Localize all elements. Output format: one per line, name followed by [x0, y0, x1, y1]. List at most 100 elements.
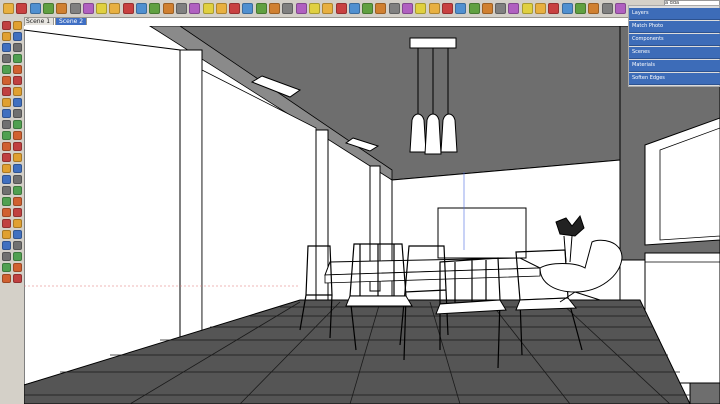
- toolbar-tool-icon[interactable]: [255, 3, 267, 14]
- left-tool-icon[interactable]: [13, 120, 22, 129]
- left-tool-icon[interactable]: [13, 76, 22, 85]
- toolbar-tool-icon[interactable]: [601, 3, 613, 14]
- left-tool-icon[interactable]: [13, 131, 22, 140]
- scene-tab[interactable]: Scene 2: [55, 17, 88, 25]
- toolbar-tool-icon[interactable]: [468, 3, 480, 14]
- toolbar-tool-icon[interactable]: [521, 3, 533, 14]
- toolbar-tool-icon[interactable]: [202, 3, 214, 14]
- toolbar-tool-icon[interactable]: [3, 3, 14, 14]
- toolbar-tool-icon[interactable]: [362, 3, 374, 14]
- toolbar-tool-icon[interactable]: [69, 3, 81, 14]
- tray-panel-header[interactable]: Scenes: [629, 47, 720, 59]
- left-tool-icon[interactable]: [13, 164, 22, 173]
- toolbar-tool-icon[interactable]: [548, 3, 560, 14]
- left-tool-icon[interactable]: [13, 219, 22, 228]
- toolbar-tool-icon[interactable]: [308, 3, 320, 14]
- toolbar-tool-icon[interactable]: [269, 3, 280, 14]
- tray-panel-header[interactable]: Layers: [629, 8, 720, 20]
- toolbar-tool-icon[interactable]: [441, 3, 453, 14]
- toolbar-tool-icon[interactable]: [375, 3, 387, 14]
- toolbar-tool-icon[interactable]: [388, 3, 400, 14]
- model-viewport[interactable]: [24, 26, 720, 404]
- toolbar-tool-icon[interactable]: [229, 3, 241, 14]
- toolbar-tool-icon[interactable]: [282, 3, 294, 14]
- left-tool-icon[interactable]: [13, 230, 22, 239]
- tray-panel-header[interactable]: Components: [629, 34, 720, 46]
- left-tool-icon[interactable]: [2, 175, 11, 184]
- toolbar-tool-icon[interactable]: [335, 3, 347, 14]
- left-tool-icon[interactable]: [2, 263, 11, 272]
- toolbar-tool-icon[interactable]: [42, 3, 54, 14]
- left-tool-icon[interactable]: [2, 54, 11, 63]
- toolbar-tool-icon[interactable]: [16, 3, 28, 14]
- tray-panel-header[interactable]: Materials: [629, 60, 720, 72]
- left-tool-icon[interactable]: [2, 43, 11, 52]
- toolbar-tool-icon[interactable]: [122, 3, 134, 14]
- left-tool-icon[interactable]: [2, 131, 11, 140]
- toolbar-tool-icon[interactable]: [242, 3, 254, 14]
- toolbar-tool-icon[interactable]: [149, 3, 161, 14]
- toolbar-tool-icon[interactable]: [96, 3, 108, 14]
- left-tool-icon[interactable]: [2, 274, 11, 283]
- left-tool-icon[interactable]: [2, 98, 11, 107]
- left-tool-icon[interactable]: [2, 65, 11, 74]
- toolbar-tool-icon[interactable]: [508, 3, 520, 14]
- left-tool-icon[interactable]: [2, 32, 11, 41]
- left-tool-icon[interactable]: [13, 142, 22, 151]
- toolbar-tool-icon[interactable]: [535, 3, 546, 14]
- toolbar-tool-icon[interactable]: [348, 3, 360, 14]
- left-tool-icon[interactable]: [2, 76, 11, 85]
- toolbar-tool-icon[interactable]: [136, 3, 147, 14]
- left-tool-icon[interactable]: [2, 197, 11, 206]
- toolbar-tool-icon[interactable]: [402, 3, 413, 14]
- left-tool-icon[interactable]: [2, 87, 11, 96]
- left-tool-icon[interactable]: [13, 263, 22, 272]
- left-tool-icon[interactable]: [13, 32, 22, 41]
- left-tool-icon[interactable]: [2, 109, 11, 118]
- left-tool-icon[interactable]: [13, 65, 22, 74]
- toolbar-tool-icon[interactable]: [495, 3, 507, 14]
- left-tool-icon[interactable]: [2, 208, 11, 217]
- left-tool-icon[interactable]: [13, 21, 22, 30]
- left-tool-icon[interactable]: [13, 241, 22, 250]
- left-tool-icon[interactable]: [2, 186, 11, 195]
- left-tool-icon[interactable]: [2, 252, 11, 261]
- tray-panel-header[interactable]: Soften Edges: [629, 73, 720, 85]
- left-tool-icon[interactable]: [2, 241, 11, 250]
- left-tool-icon[interactable]: [13, 186, 22, 195]
- left-tool-icon[interactable]: [13, 98, 22, 107]
- left-tool-icon[interactable]: [13, 87, 22, 96]
- toolbar-tool-icon[interactable]: [455, 3, 467, 14]
- toolbar-tool-icon[interactable]: [215, 3, 227, 14]
- toolbar-tool-icon[interactable]: [561, 3, 573, 14]
- left-tool-icon[interactable]: [13, 109, 22, 118]
- toolbar-tool-icon[interactable]: [56, 3, 68, 14]
- left-tool-icon[interactable]: [13, 197, 22, 206]
- left-tool-icon[interactable]: [13, 208, 22, 217]
- toolbar-tool-icon[interactable]: [82, 3, 94, 14]
- left-tool-icon[interactable]: [2, 120, 11, 129]
- left-tool-icon[interactable]: [2, 164, 11, 173]
- left-tool-icon[interactable]: [2, 21, 11, 30]
- left-tool-icon[interactable]: [13, 153, 22, 162]
- toolbar-tool-icon[interactable]: [175, 3, 187, 14]
- toolbar-tool-icon[interactable]: [29, 3, 41, 14]
- left-tool-icon[interactable]: [2, 142, 11, 151]
- toolbar-tool-icon[interactable]: [295, 3, 307, 14]
- scene-tab[interactable]: Scene 1: [22, 17, 55, 25]
- toolbar-tool-icon[interactable]: [614, 3, 626, 14]
- left-tool-icon[interactable]: [2, 230, 11, 239]
- toolbar-tool-icon[interactable]: [481, 3, 493, 14]
- toolbar-tool-icon[interactable]: [415, 3, 427, 14]
- left-tool-icon[interactable]: [2, 153, 11, 162]
- left-tool-icon[interactable]: [13, 175, 22, 184]
- left-tool-icon[interactable]: [13, 43, 22, 52]
- left-tool-icon[interactable]: [2, 219, 11, 228]
- toolbar-tool-icon[interactable]: [162, 3, 174, 14]
- toolbar-tool-icon[interactable]: [322, 3, 334, 14]
- left-tool-icon[interactable]: [13, 274, 22, 283]
- tray-panel-header[interactable]: Match Photo: [629, 21, 720, 33]
- left-tool-icon[interactable]: [13, 54, 22, 63]
- toolbar-tool-icon[interactable]: [109, 3, 121, 14]
- toolbar-tool-icon[interactable]: [189, 3, 201, 14]
